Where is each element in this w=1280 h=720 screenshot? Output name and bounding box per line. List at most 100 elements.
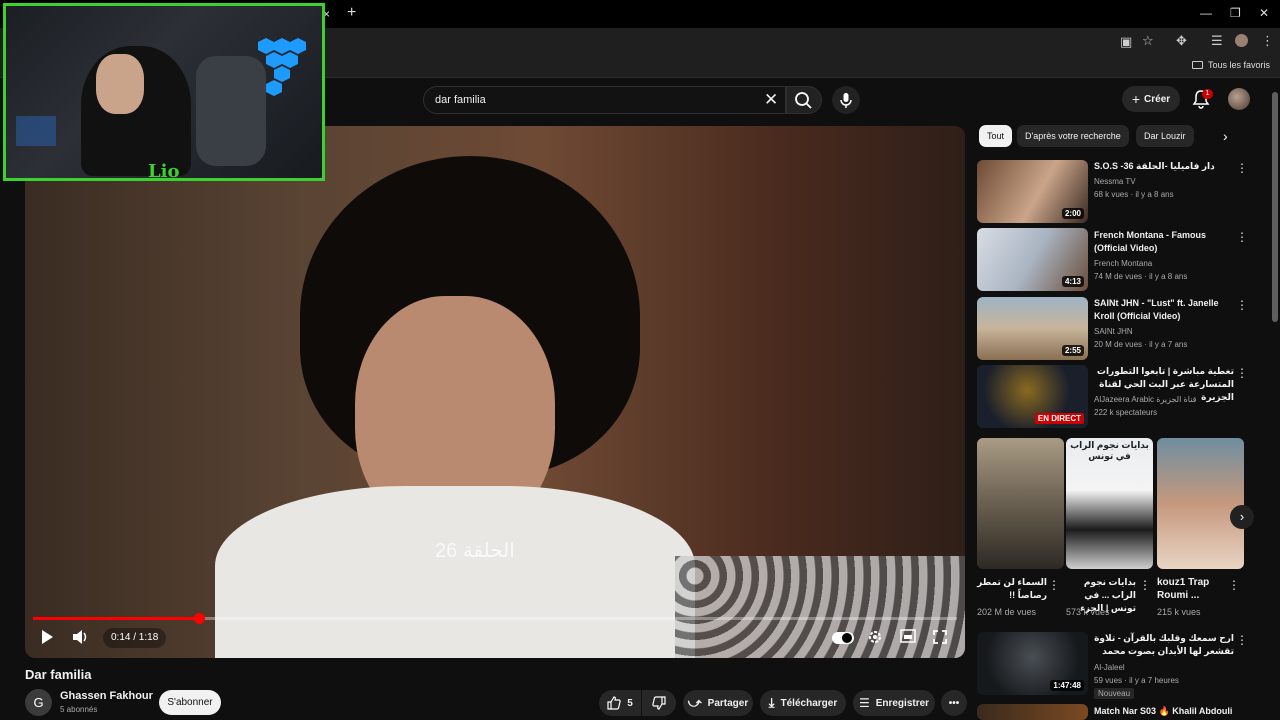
cast-icon[interactable]: ▣ — [1120, 34, 1132, 50]
more-options-icon[interactable]: ⋮ — [1236, 161, 1248, 175]
create-button[interactable]: + Créer — [1122, 86, 1180, 112]
video-duration: 1:47:48 — [1050, 680, 1084, 691]
streamer-logo: Lio — [148, 161, 180, 181]
download-button[interactable]: ⤓ Télécharger — [760, 690, 846, 716]
video-thumbnail[interactable] — [977, 704, 1088, 720]
fullscreen-icon — [933, 630, 947, 644]
profile-icon[interactable] — [1235, 34, 1248, 47]
more-actions-button[interactable]: ••• — [941, 690, 967, 716]
video-title[interactable]: ارح سمعك وقلبك بالقرآن - تلاوة تقشعر لها… — [1094, 632, 1234, 660]
video-channel[interactable]: Nessma TV — [1094, 175, 1244, 188]
subscriber-count: 5 abonnés — [60, 705, 98, 714]
share-icon: ⤻ — [687, 695, 702, 710]
chevron-right-icon[interactable]: › — [1223, 128, 1228, 144]
reading-list-icon[interactable]: ☰ — [1211, 33, 1223, 49]
video-thumbnail[interactable]: EN DIRECT — [977, 365, 1088, 428]
video-title[interactable]: Match Nar S03 🔥 Khalil Abdouli — [1094, 705, 1244, 718]
minimize-icon[interactable]: — — [1200, 6, 1212, 20]
more-options-icon[interactable]: ⋮ — [1236, 633, 1248, 647]
all-bookmarks-button[interactable]: Tous les favoris — [1191, 60, 1270, 70]
short-thumbnail[interactable]: بدايات نجوم الراب في تونس — [1066, 438, 1153, 569]
search-button[interactable] — [786, 86, 822, 114]
search-input[interactable]: dar familia ✕ — [423, 86, 786, 114]
video-thumbnail[interactable]: 4:13 — [977, 228, 1088, 291]
create-label: Créer — [1144, 93, 1171, 105]
menu-icon[interactable]: ⋮ — [1261, 33, 1274, 49]
short-views: 215 k vues — [1157, 607, 1201, 617]
channel-name[interactable]: Ghassen Fakhour — [60, 690, 153, 702]
more-options-icon[interactable]: ⋮ — [1236, 230, 1248, 244]
chip-all[interactable]: Tout — [979, 125, 1013, 147]
share-button[interactable]: ⤻ Partager — [683, 690, 753, 716]
settings-button[interactable] — [867, 629, 883, 645]
close-window-icon[interactable]: ✕ — [1259, 6, 1269, 20]
short-thumbnail[interactable] — [1157, 438, 1244, 569]
miniplayer-icon — [900, 629, 916, 643]
video-title: Dar familia — [25, 667, 92, 682]
video-meta: 222 k spectateurs — [1094, 408, 1158, 417]
like-button[interactable]: 5 — [599, 690, 641, 716]
all-bookmarks-label: Tous les favoris — [1207, 60, 1270, 70]
short-views: 202 M de vues — [977, 607, 1037, 617]
fullscreen-button[interactable] — [932, 629, 948, 645]
more-options-icon[interactable]: ⋮ — [1236, 366, 1248, 380]
video-player[interactable]: الحلقة 26 — [25, 126, 965, 658]
more-options-icon[interactable]: ⋮ — [1236, 298, 1248, 312]
save-button[interactable]: ☰ Enregistrer — [853, 690, 935, 716]
more-options-icon[interactable]: ⋮ — [1048, 578, 1060, 592]
subscribe-button[interactable]: S'abonner — [159, 690, 221, 715]
more-icon: ••• — [948, 697, 960, 709]
new-tab-button[interactable]: + — [347, 4, 356, 22]
chip-dar-louzir[interactable]: Dar Louzir — [1136, 125, 1194, 147]
extensions-icon[interactable]: ✥ — [1176, 33, 1187, 49]
mic-icon — [840, 93, 852, 108]
play-button[interactable] — [40, 629, 54, 645]
live-badge: EN DIRECT — [1034, 413, 1084, 424]
folder-icon — [1191, 61, 1203, 69]
video-thumbnail[interactable]: 2:00 — [977, 160, 1088, 223]
page-scrollbar[interactable] — [1272, 92, 1278, 322]
progress-bar[interactable] — [33, 613, 957, 624]
miniplayer-button[interactable] — [900, 629, 916, 643]
clear-icon[interactable]: ✕ — [764, 90, 778, 110]
play-icon — [42, 630, 53, 644]
shorts-next-button[interactable]: › — [1230, 505, 1254, 529]
video-thumbnail[interactable]: 2:55 — [977, 297, 1088, 360]
video-channel[interactable]: SAINt JHN — [1094, 325, 1244, 338]
star-icon[interactable]: ☆ — [1142, 33, 1154, 49]
video-channel[interactable]: Al-Jaleel — [1094, 661, 1244, 674]
video-meta: 20 M de vues · il y a 7 ans — [1094, 340, 1188, 349]
short-title[interactable]: kouz1 Trap Roumi ... — [1157, 576, 1227, 602]
voice-search-button[interactable] — [832, 86, 860, 114]
short-thumbnail[interactable] — [977, 438, 1064, 569]
more-options-icon[interactable]: ⋮ — [1139, 578, 1151, 592]
video-title[interactable]: French Montana - Famous (Official Video) — [1094, 229, 1234, 255]
short-overlay-text: بدايات نجوم الراب في تونس — [1070, 440, 1149, 461]
autoplay-toggle[interactable] — [832, 632, 854, 644]
video-duration: 2:00 — [1061, 208, 1084, 219]
restore-icon[interactable]: ❐ — [1230, 6, 1241, 20]
video-meta: 68 k vues · il y a 8 ans — [1094, 190, 1174, 199]
volume-icon — [73, 630, 87, 644]
search-query: dar familia — [435, 94, 486, 106]
video-title[interactable]: SAINt JHN - "Lust" ft. Janelle Kroll (Of… — [1094, 297, 1234, 323]
account-avatar[interactable] — [1228, 88, 1250, 110]
dislike-button[interactable] — [642, 690, 676, 716]
channel-avatar[interactable]: G — [25, 689, 52, 716]
video-channel[interactable]: AlJazeera Arabic قناة الجزيرة — [1094, 393, 1244, 406]
more-options-icon[interactable]: ⋮ — [1228, 578, 1240, 592]
volume-button[interactable] — [72, 629, 90, 645]
streamer-webcam: Lio — [3, 3, 325, 181]
save-label: Enregistrer — [875, 697, 930, 709]
short-views: 573 k vues — [1066, 607, 1110, 617]
chip-related[interactable]: D'après votre recherche — [1017, 125, 1129, 147]
video-thumbnail[interactable]: 1:47:48 — [977, 632, 1088, 695]
video-title[interactable]: S.O.S -36 دار فاميليا -الحلقة — [1094, 160, 1234, 173]
video-duration: 2:55 — [1061, 345, 1084, 356]
short-title[interactable]: السماء لن تمطر رصاصاً !! — [977, 576, 1047, 602]
webcam-monitor — [16, 116, 56, 146]
video-channel[interactable]: French Montana — [1094, 257, 1244, 270]
hexagon-lights — [258, 38, 306, 96]
plus-icon: + — [1131, 91, 1141, 107]
new-badge: Nouveau — [1094, 688, 1135, 699]
